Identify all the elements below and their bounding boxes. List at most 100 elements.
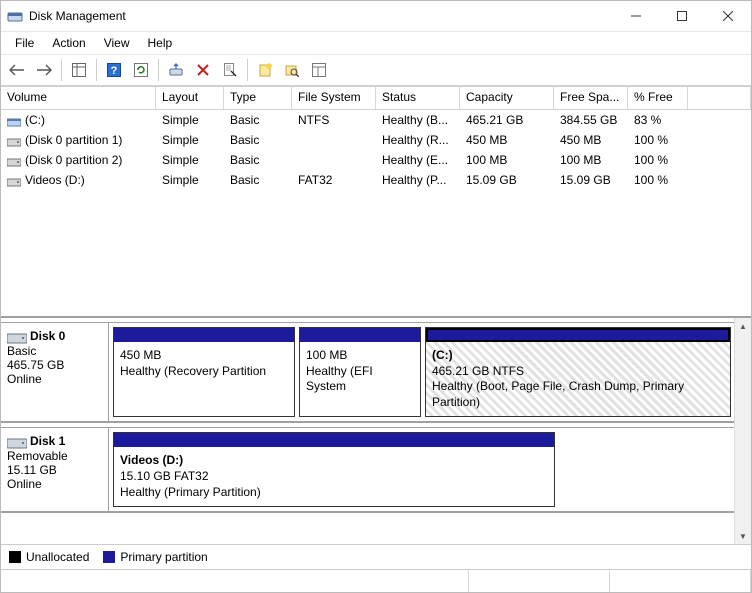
scroll-down-icon[interactable]: ▼ (735, 528, 751, 544)
back-button[interactable] (5, 58, 29, 82)
disk-row: Disk 1Removable15.11 GBOnlineVideos (D:)… (1, 427, 735, 513)
volume-fs: NTFS (292, 113, 376, 127)
volume-layout: Simple (156, 153, 224, 167)
column-headers: Volume Layout Type File System Status Ca… (1, 86, 751, 110)
col-layout[interactable]: Layout (156, 87, 224, 109)
help-button[interactable]: ? (102, 58, 126, 82)
menu-help[interactable]: Help (140, 34, 181, 52)
volume-status: Healthy (B... (376, 113, 460, 127)
col-pctfree[interactable]: % Free (628, 87, 688, 109)
volume-icon (7, 115, 21, 127)
volume-status: Healthy (R... (376, 133, 460, 147)
disk-name: Disk 1 (30, 434, 65, 448)
volume-icon (7, 175, 21, 187)
volume-rows: (C:)SimpleBasicNTFSHealthy (B...465.21 G… (1, 110, 751, 316)
partition-header-bar (114, 328, 294, 342)
maximize-button[interactable] (659, 1, 705, 31)
window-title: Disk Management (29, 9, 126, 23)
properties-button[interactable] (218, 58, 242, 82)
new-volume-button[interactable] (253, 58, 277, 82)
delete-button[interactable] (191, 58, 215, 82)
col-capacity[interactable]: Capacity (460, 87, 554, 109)
volume-pct: 100 % (628, 173, 688, 187)
partition-header-bar (426, 328, 730, 342)
partition-status: Healthy (Recovery Partition (120, 364, 288, 380)
settings-view-button[interactable] (307, 58, 331, 82)
menu-view[interactable]: View (96, 34, 138, 52)
volume-free: 100 MB (554, 153, 628, 167)
col-filesystem[interactable]: File System (292, 87, 376, 109)
disk-graphical-pane: Disk 0Basic465.75 GBOnline450 MBHealthy … (1, 318, 751, 544)
titlebar: Disk Management (1, 1, 751, 32)
partition-status: Healthy (Primary Partition) (120, 485, 548, 501)
col-volume[interactable]: Volume (1, 87, 156, 109)
partition-title: Videos (D:) (120, 453, 548, 469)
volume-name: (Disk 0 partition 2) (25, 153, 122, 167)
menu-action[interactable]: Action (44, 34, 93, 52)
disk-type: Removable (7, 449, 102, 463)
menu-file[interactable]: File (7, 34, 42, 52)
volume-pct: 100 % (628, 133, 688, 147)
disk-type: Basic (7, 344, 102, 358)
svg-text:?: ? (111, 65, 118, 77)
volume-fs: FAT32 (292, 173, 376, 187)
partition-size: 450 MB (120, 348, 288, 364)
volume-free: 15.09 GB (554, 173, 628, 187)
legend-bar: Unallocated Primary partition (1, 544, 751, 569)
legend-unallocated-swatch (9, 551, 21, 563)
table-row[interactable]: Videos (D:)SimpleBasicFAT32Healthy (P...… (1, 170, 751, 190)
disk-management-window: Disk Management File Action View Help ? … (0, 0, 752, 593)
forward-button[interactable] (32, 58, 56, 82)
disk-state: Online (7, 477, 102, 491)
col-freespace[interactable]: Free Spa... (554, 87, 628, 109)
vertical-scrollbar[interactable]: ▲ ▼ (734, 318, 751, 544)
disk-state: Online (7, 372, 102, 386)
volume-type: Basic (224, 153, 292, 167)
disk-partitions: Videos (D:)15.10 GB FAT32Healthy (Primar… (109, 428, 735, 511)
volume-name: Videos (D:) (25, 173, 85, 187)
volume-pct: 100 % (628, 153, 688, 167)
scroll-up-icon[interactable]: ▲ (735, 318, 751, 334)
partition-block[interactable]: Videos (D:)15.10 GB FAT32Healthy (Primar… (113, 432, 555, 507)
volume-free: 384.55 GB (554, 113, 628, 127)
refresh-button[interactable] (129, 58, 153, 82)
volume-layout: Simple (156, 173, 224, 187)
col-type[interactable]: Type (224, 87, 292, 109)
volume-icon (7, 155, 21, 167)
legend-primary-label: Primary partition (120, 550, 207, 564)
disk-partitions: 450 MBHealthy (Recovery Partition100 MBH… (109, 323, 735, 421)
volume-status: Healthy (E... (376, 153, 460, 167)
disk-size: 465.75 GB (7, 358, 102, 372)
toolbar: ? (1, 55, 751, 86)
disk-icon (7, 330, 27, 344)
volume-icon (7, 135, 21, 147)
partition-size: 465.21 GB NTFS (432, 364, 724, 380)
table-row[interactable]: (Disk 0 partition 2) SimpleBasic Healthy (… (1, 150, 751, 170)
disk-info[interactable]: Disk 1Removable15.11 GBOnline (1, 428, 109, 511)
table-row[interactable]: (Disk 0 partition 1)SimpleBasicHealthy (… (1, 130, 751, 150)
volume-capacity: 15.09 GB (460, 173, 554, 187)
volume-layout: Simple (156, 113, 224, 127)
volume-status: Healthy (P... (376, 173, 460, 187)
toolbar-separator (96, 59, 97, 81)
volume-layout: Simple (156, 133, 224, 147)
volume-capacity: 450 MB (460, 133, 554, 147)
partition-block[interactable]: 450 MBHealthy (Recovery Partition (113, 327, 295, 417)
partition-status: Healthy (Boot, Page File, Crash Dump, Pr… (432, 379, 724, 410)
volume-capacity: 100 MB (460, 153, 554, 167)
table-row[interactable]: (C:)SimpleBasicNTFSHealthy (B...465.21 G… (1, 110, 751, 130)
close-button[interactable] (705, 1, 751, 31)
disk-row: Disk 0Basic465.75 GBOnline450 MBHealthy … (1, 322, 735, 423)
rescan-button[interactable] (164, 58, 188, 82)
show-hide-tree-button[interactable] (67, 58, 91, 82)
col-status[interactable]: Status (376, 87, 460, 109)
disk-name: Disk 0 (30, 329, 65, 343)
find-button[interactable] (280, 58, 304, 82)
partition-size: 100 MB (306, 348, 414, 364)
disk-info[interactable]: Disk 0Basic465.75 GBOnline (1, 323, 109, 421)
minimize-button[interactable] (613, 1, 659, 31)
volume-type: Basic (224, 133, 292, 147)
volume-type: Basic (224, 113, 292, 127)
partition-block[interactable]: (C:)465.21 GB NTFSHealthy (Boot, Page Fi… (425, 327, 731, 417)
partition-block[interactable]: 100 MBHealthy (EFI System (299, 327, 421, 417)
